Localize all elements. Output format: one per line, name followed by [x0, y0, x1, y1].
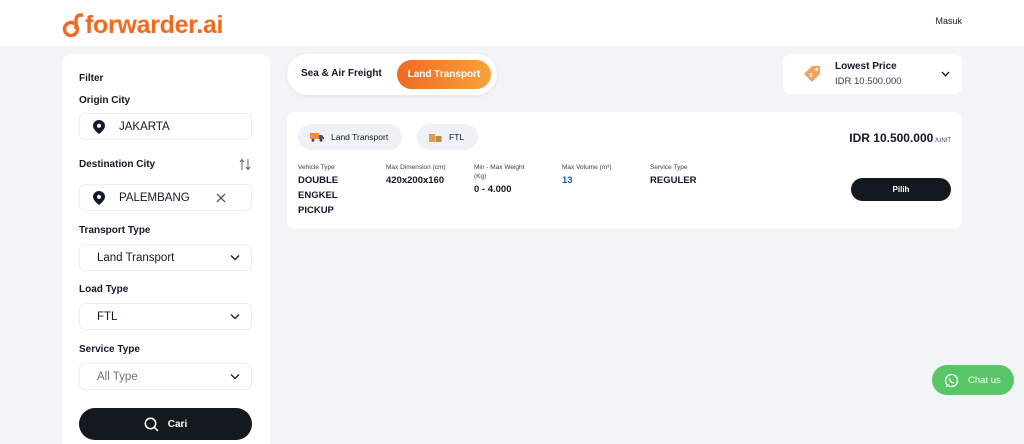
login-link[interactable]: Masuk: [935, 16, 962, 26]
tab-sea-air-freight[interactable]: Sea & Air Freight: [301, 68, 382, 79]
destination-city-field[interactable]: PALEMBANG: [79, 184, 252, 211]
location-pin-icon: [93, 190, 105, 205]
filter-panel: Filter Origin City JAKARTA Destination C…: [62, 54, 270, 444]
load-type-chip-label: FTL: [449, 132, 465, 142]
destination-city-label: Destination City: [79, 159, 156, 170]
sort-dropdown[interactable]: $ Lowest Price IDR 10.500.000: [783, 54, 962, 94]
location-pin-icon: [93, 119, 105, 134]
price-unit: /UNIT: [935, 138, 951, 144]
truck-icon: [310, 133, 324, 142]
transport-type-label: Transport Type: [79, 225, 151, 236]
search-button[interactable]: Cari: [79, 408, 252, 440]
service-type-select[interactable]: All Type: [79, 363, 252, 390]
sort-price-value: IDR 10.500.000: [835, 76, 902, 87]
weight-label: Min - Max Weight (Kg): [474, 164, 525, 180]
freight-mode-tabs: Sea & Air Freight Land Transport: [287, 54, 497, 95]
chevron-down-icon: [230, 314, 240, 320]
chevron-down-icon: [230, 374, 240, 380]
transport-chip: Land Transport: [298, 124, 403, 150]
load-type-chip: FTL: [417, 124, 479, 150]
max-dimension-value: 420x200x160: [386, 175, 445, 186]
price-tag-icon: $: [804, 66, 820, 82]
top-navigation-bar: forwarder.ai Masuk: [0, 0, 1024, 46]
chat-us-label: Chat us: [968, 374, 1001, 386]
service-type-col-label: Service Type: [650, 164, 688, 171]
boxes-icon: [429, 134, 442, 142]
vehicle-type-column: Vehicle Type DOUBLE ENGKEL PICKUP: [298, 163, 368, 218]
max-volume-value: 13: [562, 175, 573, 186]
weight-value: 0 - 4.000: [474, 184, 512, 195]
search-icon: [144, 417, 159, 432]
weight-column: Min - Max Weight (Kg) 0 - 4.000: [474, 163, 538, 197]
select-button[interactable]: Pilih: [851, 178, 951, 201]
service-type-label: Service Type: [79, 344, 140, 355]
transport-type-select[interactable]: Land Transport: [79, 244, 252, 271]
whatsapp-icon: [944, 373, 959, 387]
transport-chip-label: Land Transport: [331, 132, 389, 142]
vehicle-type-label: Vehicle Type: [298, 164, 335, 171]
brand-name: forwarder.ai: [85, 11, 224, 39]
sort-title: Lowest Price: [835, 61, 897, 72]
svg-text:$: $: [810, 73, 813, 79]
service-type-column: Service Type REGULER: [650, 163, 730, 188]
load-type-label: Load Type: [79, 284, 129, 295]
transport-type-value: Land Transport: [97, 251, 175, 264]
clear-destination-icon[interactable]: [216, 193, 226, 203]
max-volume-column: Max Volume (m³) 13: [562, 163, 642, 188]
vehicle-type-value: DOUBLE ENGKEL PICKUP: [298, 175, 339, 216]
load-type-value: FTL: [97, 310, 118, 323]
swap-cities-icon[interactable]: [239, 158, 251, 171]
chat-us-button[interactable]: Chat us: [932, 365, 1014, 395]
chevron-down-icon: [941, 71, 950, 77]
brand-logo[interactable]: forwarder.ai: [62, 10, 223, 40]
destination-city-value: PALEMBANG: [119, 191, 190, 204]
result-card: Land Transport FTL IDR 10.500.000/UNIT V…: [287, 112, 962, 229]
tab-land-transport[interactable]: Land Transport: [397, 60, 491, 89]
load-type-select[interactable]: FTL: [79, 303, 252, 330]
filter-title: Filter: [79, 73, 104, 84]
origin-city-field[interactable]: JAKARTA: [79, 113, 252, 140]
logo-mark-icon: [62, 13, 83, 38]
search-button-label: Cari: [167, 418, 188, 430]
max-dimension-column: Max Dimension (cm) 420x200x160: [386, 163, 466, 188]
max-volume-label: Max Volume (m³): [562, 164, 612, 171]
origin-city-label: Origin City: [79, 95, 131, 106]
service-type-col-value: REGULER: [650, 175, 697, 186]
chevron-down-icon: [230, 255, 240, 261]
max-dimension-label: Max Dimension (cm): [386, 164, 446, 171]
origin-city-value: JAKARTA: [119, 120, 170, 133]
price-value: IDR 10.500.000: [849, 131, 934, 145]
price: IDR 10.500.000/UNIT: [849, 131, 951, 145]
service-type-placeholder: All Type: [97, 370, 138, 383]
